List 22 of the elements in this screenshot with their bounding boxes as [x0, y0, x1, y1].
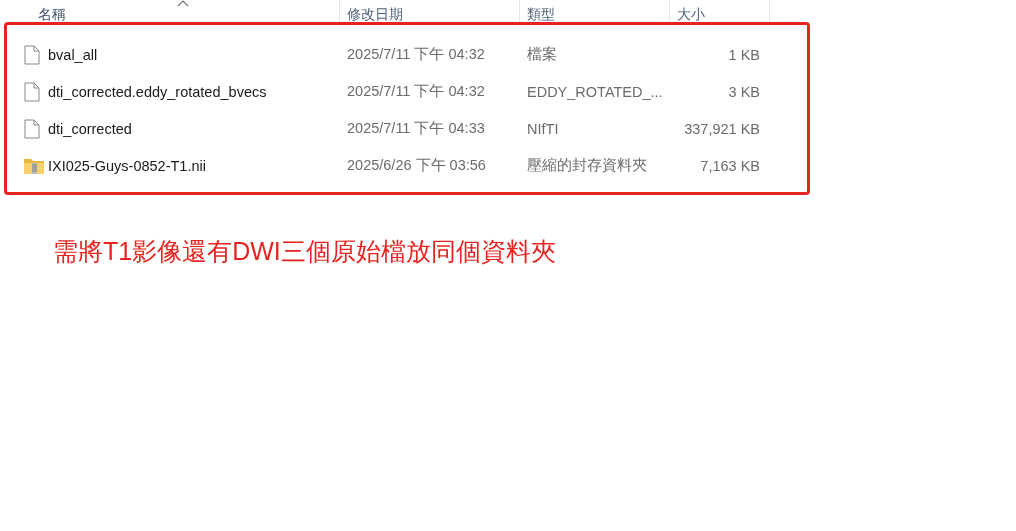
- file-type: NIfTI: [527, 120, 560, 137]
- file-type: 檔案: [527, 45, 558, 64]
- column-header[interactable]: 大小: [677, 6, 705, 22]
- file-name[interactable]: dti_corrected.eddy_rotated_bvecs: [48, 83, 347, 100]
- column-header[interactable]: 名稱: [38, 6, 66, 22]
- file-name[interactable]: dti_corrected: [48, 120, 347, 137]
- file-type: EDDY_ROTATED_...: [527, 83, 663, 100]
- file-size: 3 KB: [727, 83, 760, 100]
- modified-date: 2025/7/11 下午 04:32: [347, 82, 486, 101]
- file-name[interactable]: bval_all: [48, 46, 347, 63]
- modified-date: 2025/6/26 下午 03:56: [347, 156, 487, 175]
- file-size: 1 KB: [727, 46, 760, 63]
- column-header[interactable]: 修改日期: [347, 6, 403, 22]
- file-size: 7,163 KB: [699, 157, 760, 174]
- file-name[interactable]: IXI025-Guys-0852-T1.nii: [48, 157, 347, 174]
- modified-date: 2025/7/11 下午 04:32: [347, 45, 486, 64]
- sort-caret-icon: [177, 0, 189, 7]
- file-type: 壓縮的封存資料夾: [527, 156, 648, 175]
- column-header[interactable]: 類型: [527, 6, 555, 22]
- modified-date: 2025/7/11 下午 04:33: [347, 119, 486, 138]
- file-size: 337,921 KB: [683, 120, 760, 137]
- annotation-text: 需將T1影像還有DWI三個原始檔放同個資料夾: [53, 237, 556, 265]
